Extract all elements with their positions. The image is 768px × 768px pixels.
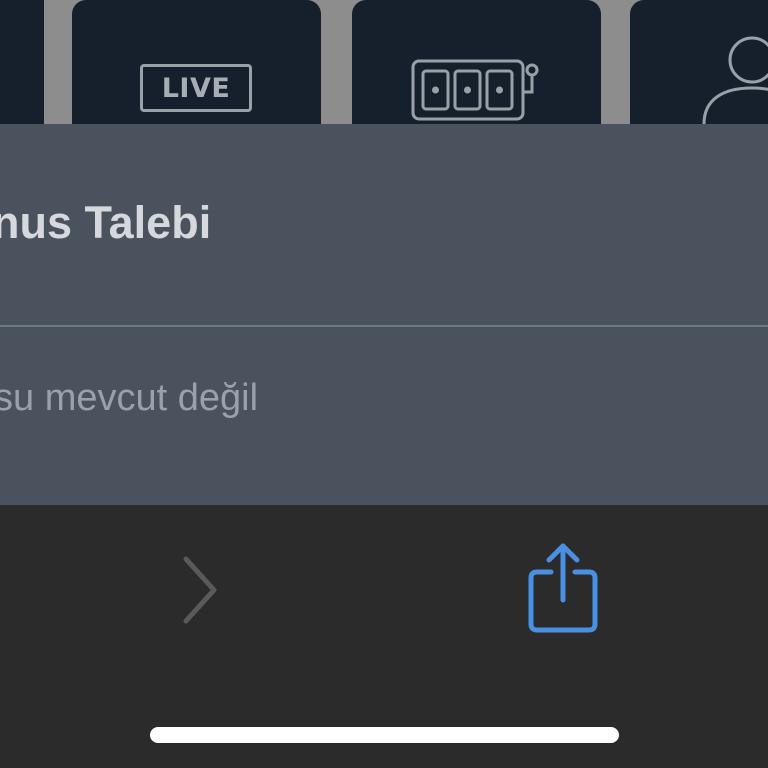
divider (0, 325, 768, 327)
home-indicator[interactable] (150, 727, 619, 743)
sheet-message: su mevcut değil (0, 377, 259, 419)
chevron-right-icon (183, 556, 217, 624)
forward-button[interactable] (170, 548, 230, 632)
notice-sheet (0, 124, 768, 505)
slot-machine-icon (411, 59, 539, 121)
sheet-title: nus Talebi (0, 197, 212, 248)
category-tile-partial[interactable] (0, 0, 44, 124)
user-icon (702, 36, 768, 125)
category-strip: LIVE (0, 0, 768, 125)
live-icon: LIVE (140, 64, 252, 112)
share-button[interactable] (520, 538, 606, 638)
share-icon (528, 543, 598, 633)
live-icon-label: LIVE (161, 72, 231, 104)
browser-screen: LIVE nus Talebi su mevcut değil (0, 0, 768, 768)
